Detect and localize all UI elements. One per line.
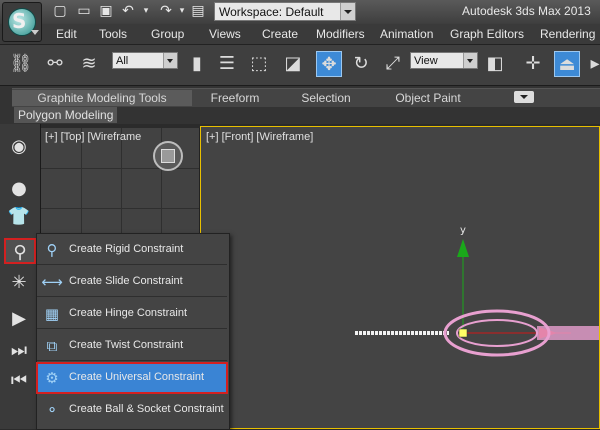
chevron-down-icon xyxy=(31,30,39,35)
open-folder-icon[interactable]: ▭ xyxy=(76,3,92,19)
tab-graphite-modeling-tools[interactable]: Graphite Modeling Tools xyxy=(12,90,192,106)
menu-item-label: Create Twist Constraint xyxy=(69,339,184,351)
ball-socket-constraint-icon: ⚬ xyxy=(45,401,59,419)
viewcube-icon[interactable] xyxy=(153,141,183,171)
simulate-step-icon[interactable]: ⏭ xyxy=(6,338,32,364)
constraint-flyout-menu: ⚲ Create Rigid Constraint ⟷ Create Slide… xyxy=(36,233,230,430)
hinge-constraint-icon: ▦ xyxy=(44,305,60,323)
gizmo-y-arrow xyxy=(457,239,469,257)
keyboard-shortcut-override-icon[interactable]: ⏏ xyxy=(554,51,580,77)
ribbon-tab-bar: Graphite Modeling Tools Freeform Selecti… xyxy=(12,88,600,107)
reference-coordinate-value: View xyxy=(414,55,438,67)
tab-selection[interactable]: Selection xyxy=(300,90,352,106)
polygon-modeling-panel[interactable]: Polygon Modeling xyxy=(14,107,118,123)
chevron-down-icon xyxy=(340,3,355,20)
redo-dropdown-icon[interactable]: ▾ xyxy=(174,3,190,19)
menu-rendering[interactable]: Rendering xyxy=(540,27,595,41)
menu-animation[interactable]: Animation xyxy=(380,27,433,41)
menu-edit[interactable]: Edit xyxy=(56,27,77,41)
rigid-constraint-icon: ⚲ xyxy=(46,241,58,259)
workspace-dropdown[interactable]: Workspace: Default xyxy=(214,2,356,21)
viewport-front[interactable]: y xyxy=(200,126,600,429)
menu-views[interactable]: Views xyxy=(209,27,241,41)
ribbon-options-dropdown[interactable] xyxy=(514,91,534,103)
simulate-play-icon[interactable]: ▶ xyxy=(6,306,32,332)
menu-item-label: Create Universal Constraint xyxy=(69,371,205,383)
app-logo-glyph: S xyxy=(12,9,27,33)
toolbar-more-icon[interactable]: ▸ xyxy=(582,51,600,77)
select-and-move-icon[interactable]: ✥ xyxy=(316,51,342,77)
undo-icon[interactable]: ↶ xyxy=(120,3,136,19)
spark-fracture-icon[interactable]: ✳ xyxy=(6,270,32,296)
link-icon[interactable]: ⛓ xyxy=(8,51,34,77)
tab-object-paint[interactable]: Object Paint xyxy=(392,90,464,106)
menu-create[interactable]: Create xyxy=(262,27,298,41)
menu-item-hinge-constraint[interactable]: ▦ Create Hinge Constraint xyxy=(37,299,227,329)
menu-item-ball-socket-constraint[interactable]: ⚬ Create Ball & Socket Constraint xyxy=(37,395,227,425)
front-viewport-scene: y xyxy=(355,225,599,357)
menu-item-label: Create Slide Constraint xyxy=(69,275,183,287)
undo-dropdown-icon[interactable]: ▾ xyxy=(138,3,154,19)
selection-filter-dropdown[interactable]: All xyxy=(112,52,178,69)
select-object-icon[interactable]: ▮ xyxy=(184,51,210,77)
menu-item-label: Create Ball & Socket Constraint xyxy=(69,403,224,415)
constraint-flyout-button[interactable]: ⚲ xyxy=(4,238,36,264)
menu-item-label: Create Hinge Constraint xyxy=(69,307,188,319)
reference-coordinate-dropdown[interactable]: View xyxy=(410,52,478,69)
pivot-center-icon[interactable]: ◧ xyxy=(482,51,508,77)
save-icon[interactable]: ▣ xyxy=(98,3,114,19)
menu-group[interactable]: Group xyxy=(151,27,184,41)
globe-render-icon[interactable]: ◉ xyxy=(6,134,32,160)
menu-tools[interactable]: Tools xyxy=(99,27,127,41)
rectangular-selection-icon[interactable]: ⬚ xyxy=(246,51,272,77)
grid-line xyxy=(41,208,199,209)
viewport-front-label[interactable]: [+] [Front] [Wireframe] xyxy=(206,131,313,143)
gizmo-center xyxy=(458,328,468,338)
workspace-label: Workspace: Default xyxy=(219,5,324,19)
selection-filter-value: All xyxy=(116,55,129,67)
menu-modifiers[interactable]: Modifiers xyxy=(316,27,365,41)
slide-constraint-icon: ⟷ xyxy=(41,273,63,291)
menu-item-twist-constraint[interactable]: ⧉ Create Twist Constraint xyxy=(37,331,227,361)
select-and-rotate-icon[interactable]: ↻ xyxy=(348,51,374,77)
menu-item-slide-constraint[interactable]: ⟷ Create Slide Constraint xyxy=(37,267,227,297)
select-by-name-icon[interactable]: ☰ xyxy=(214,51,240,77)
select-and-manipulate-icon[interactable]: ✛ xyxy=(520,51,546,77)
application-menu-button[interactable]: S xyxy=(2,2,42,42)
menu-graph-editors[interactable]: Graph Editors xyxy=(450,27,524,41)
sphere-icon[interactable]: ● xyxy=(6,176,32,202)
select-and-scale-icon[interactable]: ⤢ xyxy=(380,51,406,77)
project-folder-icon[interactable]: ▤ xyxy=(190,3,206,19)
redo-icon[interactable]: ↷ xyxy=(158,3,174,19)
linked-bar-object xyxy=(537,326,599,340)
viewport-top-label[interactable]: [+] [Top] [Wireframe xyxy=(45,131,141,143)
reset-simulation-icon[interactable]: ⏮ xyxy=(6,368,32,394)
tab-freeform[interactable]: Freeform xyxy=(210,90,260,106)
app-title: Autodesk 3ds Max 2013 xyxy=(462,4,591,18)
menu-item-rigid-constraint[interactable]: ⚲ Create Rigid Constraint xyxy=(37,235,227,265)
menu-item-label: Create Rigid Constraint xyxy=(69,243,184,255)
gizmo-y-label: y xyxy=(460,225,466,236)
bind-space-warp-icon[interactable]: ≋ xyxy=(76,51,102,77)
universal-constraint-icon: ⚙ xyxy=(45,369,59,387)
chevron-down-icon xyxy=(463,53,477,68)
chevron-down-icon xyxy=(163,53,177,68)
unlink-icon[interactable]: ⚯ xyxy=(42,51,68,77)
cloth-shirt-icon[interactable]: 👕 xyxy=(6,204,32,230)
menu-item-universal-constraint[interactable]: ⚙ Create Universal Constraint xyxy=(36,362,228,394)
twist-constraint-icon: ⧉ xyxy=(46,337,58,355)
new-file-icon[interactable]: ▢ xyxy=(52,3,68,19)
window-crossing-icon[interactable]: ◪ xyxy=(280,51,306,77)
